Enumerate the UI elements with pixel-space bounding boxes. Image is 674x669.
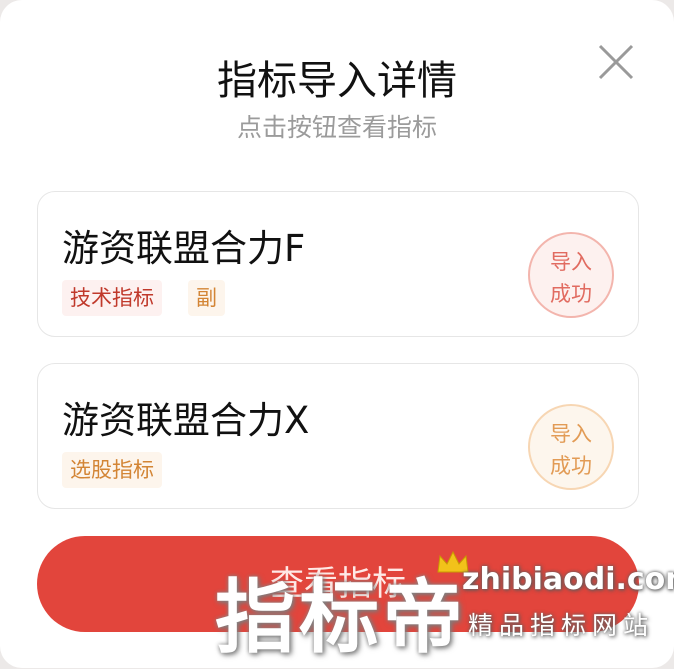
close-icon[interactable]	[592, 38, 640, 86]
import-success-stamp: 导入 成功	[528, 232, 614, 318]
indicator-card: 游资联盟合力X 选股指标 导入 成功	[37, 363, 639, 509]
indicator-type-tag: 技术指标	[62, 280, 162, 316]
indicator-subtype-tag: 副	[188, 280, 225, 316]
import-success-stamp: 导入 成功	[528, 404, 614, 490]
watermark-logo-text: 指标帝	[215, 571, 467, 664]
dialog-subtitle: 点击按钮查看指标	[236, 113, 437, 142]
dialog-title: 指标导入详情	[217, 58, 457, 104]
watermark-tagline: 精品指标网站	[468, 611, 655, 640]
indicator-type-tag: 选股指标	[62, 452, 162, 488]
indicator-card: 游资联盟合力F 技术指标 副 导入 成功	[37, 191, 639, 337]
indicator-name: 游资联盟合力F	[62, 227, 306, 270]
indicator-name: 游资联盟合力X	[62, 399, 310, 442]
watermark-domain: zhibiaodi.com	[462, 562, 674, 597]
